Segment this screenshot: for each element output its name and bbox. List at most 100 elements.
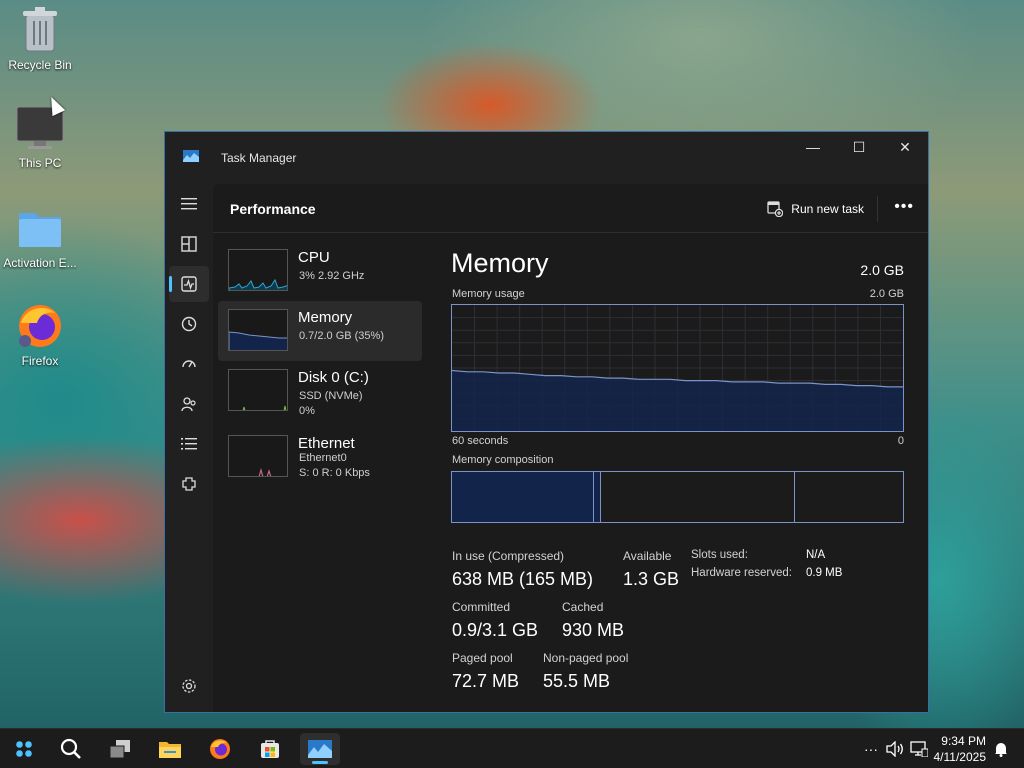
resource-cpu[interactable]: CPU 3% 2.92 GHz [218,241,422,301]
app-history-icon [181,316,197,332]
network-button[interactable] [908,729,930,768]
nav-users[interactable] [169,386,209,422]
clock[interactable]: 9:34 PM 4/11/2025 [934,733,987,765]
task-manager-icon [308,740,332,758]
slots-used-label: Slots used: [691,549,748,561]
search-button[interactable] [51,733,91,765]
services-icon [182,477,196,491]
available-value: 1.3 GB [623,569,680,589]
desktop-icon-this-pc[interactable]: This PC [0,104,80,170]
start-button[interactable] [4,733,44,765]
memory-title: Memory [451,248,549,278]
nav-processes[interactable] [169,226,209,262]
window-title: Task Manager [221,151,297,165]
nav-menu-button[interactable] [169,186,209,222]
composition-modified [594,472,601,522]
details-icon [181,438,197,450]
paged-pool-label: Paged pool [452,651,513,665]
desktop-icon-activation-folder[interactable]: Activation E... [0,204,80,270]
cached-value: 930 MB [562,620,625,640]
notifications-button[interactable] [990,729,1012,768]
hardware-reserved-label: Hardware reserved: [691,567,792,579]
startup-apps-icon [182,360,196,368]
slots-used-value: N/A [806,549,826,561]
desktop-icon-firefox[interactable]: Firefox [0,302,80,368]
settings-icon [182,679,196,693]
composition-standby [601,472,795,522]
bell-icon [995,743,1007,757]
in-use-value: 638 MB (165 MB) [452,569,594,589]
run-new-task-icon [767,201,784,217]
folder-icon [16,204,64,252]
composition-in-use [452,472,595,522]
resource-detail: SSD (NVMe) [299,390,363,402]
task-manager-icon [183,150,199,162]
nav-settings[interactable] [169,668,209,704]
title-bar[interactable]: Task Manager — ☐ ✕ [165,132,928,184]
close-button[interactable]: ✕ [882,132,928,162]
microsoft-store-button[interactable] [250,733,290,765]
resource-detail-2: 0% [299,405,315,417]
content-pane: Performance Run new task ••• CPU 3% 2.92… [213,184,928,712]
windows-logo-icon [16,741,32,757]
resource-name: Disk 0 (C:) [298,369,369,386]
file-explorer-button[interactable] [150,733,190,765]
clock-date: 4/11/2025 [933,750,987,764]
desktop-icon-label: Recycle Bin [8,58,72,72]
nav-details[interactable] [169,426,209,462]
committed-value: 0.9/3.1 GB [452,620,539,640]
resource-detail: 0.7/2.0 GB (35%) [299,330,384,342]
memory-detail-panel: Memory 2.0 GB Memory usage 2.0 GB 60 sec… [451,233,904,712]
composition-free [795,472,903,522]
desktop-icon-label: Firefox [21,354,59,368]
nav-services[interactable] [169,466,209,502]
firefox-icon [210,739,230,759]
desktop-icon-recycle-bin[interactable]: Recycle Bin [0,6,80,72]
memory-composition-label: Memory composition [452,454,554,466]
network-icon [910,741,928,757]
minimize-button[interactable]: — [790,132,836,162]
run-new-task-label: Run new task [791,202,864,216]
graph-zero-label: 0 [897,435,904,447]
cpu-thumbnail-graph [228,249,288,291]
resource-detail: 3% 2.92 GHz [299,270,365,282]
run-new-task-button[interactable]: Run new task [767,198,864,220]
nav-app-history[interactable] [169,306,209,342]
users-icon [181,397,196,412]
in-use-label: In use (Compressed) [452,549,565,563]
graph-time-span-label: 60 seconds [452,435,509,447]
processes-icon [181,236,197,252]
firefox-taskbar-button[interactable] [200,733,240,765]
store-icon [261,740,279,758]
nav-startup-apps[interactable] [169,346,209,382]
resource-ethernet[interactable]: Ethernet Ethernet0 S: 0 R: 0 Kbps [218,427,422,487]
resource-disk[interactable]: Disk 0 (C:) SSD (NVMe) 0% [218,361,422,421]
resource-name: Ethernet [298,435,355,452]
committed-label: Committed [452,600,511,614]
disk-thumbnail-graph [228,369,288,411]
non-paged-pool-value: 55.5 MB [543,671,611,691]
search-icon [60,738,81,759]
page-header: Performance Run new task ••• [213,184,928,233]
maximize-button[interactable]: ☐ [836,132,882,162]
resource-list: CPU 3% 2.92 GHz Memory 0.7/2.0 GB (35%) … [213,233,423,712]
more-options-button[interactable]: ••• [894,198,914,216]
volume-button[interactable] [884,729,906,768]
nav-performance[interactable] [169,266,209,302]
desktop-icon-label: Activation E... [3,256,77,270]
memory-total: 2.0 GB [860,262,904,278]
task-manager-taskbar-button[interactable] [300,733,340,765]
resource-memory[interactable]: Memory 0.7/2.0 GB (35%) [218,301,422,361]
task-view-icon [109,740,130,759]
paged-pool-value: 72.7 MB [452,671,520,691]
firefox-icon [16,302,64,350]
task-view-button[interactable] [100,733,140,765]
file-explorer-icon [159,742,181,758]
taskbar: ··· 9:34 PM 4/11/2025 [0,728,1024,768]
task-manager-window: Task Manager — ☐ ✕ Performance Run new t… [164,131,929,713]
desktop-icon-label: This PC [18,156,62,170]
resource-detail-2: S: 0 R: 0 Kbps [299,467,370,479]
show-hidden-icons-button[interactable]: ··· [860,729,882,768]
memory-usage-graph [451,304,904,432]
page-title: Performance [230,201,316,217]
